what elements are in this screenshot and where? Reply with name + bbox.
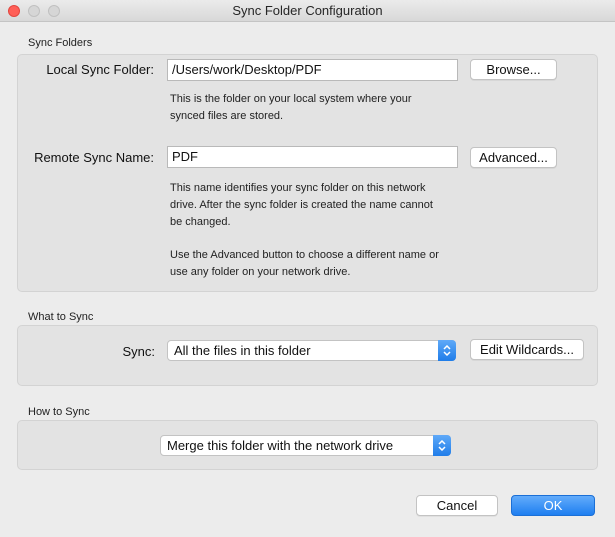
sync-folders-section-label: Sync Folders [28,37,93,49]
remote-help-line-3: be changed. [170,216,231,228]
window-title: Sync Folder Configuration [232,3,383,18]
sync-method-select[interactable]: Merge this folder with the network drive [160,435,451,456]
title-bar: Sync Folder Configuration [0,0,615,22]
how-to-sync-section-label: How to Sync [28,406,90,418]
remote-sync-name-field[interactable]: PDF [167,146,458,168]
sync-folder-dialog: Sync Folder Configuration Sync Folders L… [0,0,615,537]
local-sync-folder-field[interactable]: /Users/work/Desktop/PDF [167,59,458,81]
sync-scope-value: All the files in this folder [174,343,311,358]
sync-label: Sync: [122,344,155,359]
sync-scope-select[interactable]: All the files in this folder [167,340,456,361]
local-sync-folder-label: Local Sync Folder: [46,62,154,77]
remote-sync-name-label: Remote Sync Name: [34,150,154,165]
local-help-line-1: This is the folder on your local system … [170,93,412,105]
remote-help-line-2: drive. After the sync folder is created … [170,199,433,211]
remote-help-line-4: Use the Advanced button to choose a diff… [170,249,439,261]
chevron-updown-icon [438,340,456,361]
local-help-line-2: synced files are stored. [170,110,284,122]
chevron-updown-icon [433,435,451,456]
edit-wildcards-button[interactable]: Edit Wildcards... [470,339,584,360]
remote-help-line-5: use any folder on your network drive. [170,266,351,278]
ok-button[interactable]: OK [511,495,595,516]
what-to-sync-section-label: What to Sync [28,311,94,323]
advanced-button[interactable]: Advanced... [470,147,557,168]
sync-method-value: Merge this folder with the network drive [167,438,394,453]
remote-help-line-1: This name identifies your sync folder on… [170,182,426,194]
cancel-button[interactable]: Cancel [416,495,498,516]
browse-button[interactable]: Browse... [470,59,557,80]
